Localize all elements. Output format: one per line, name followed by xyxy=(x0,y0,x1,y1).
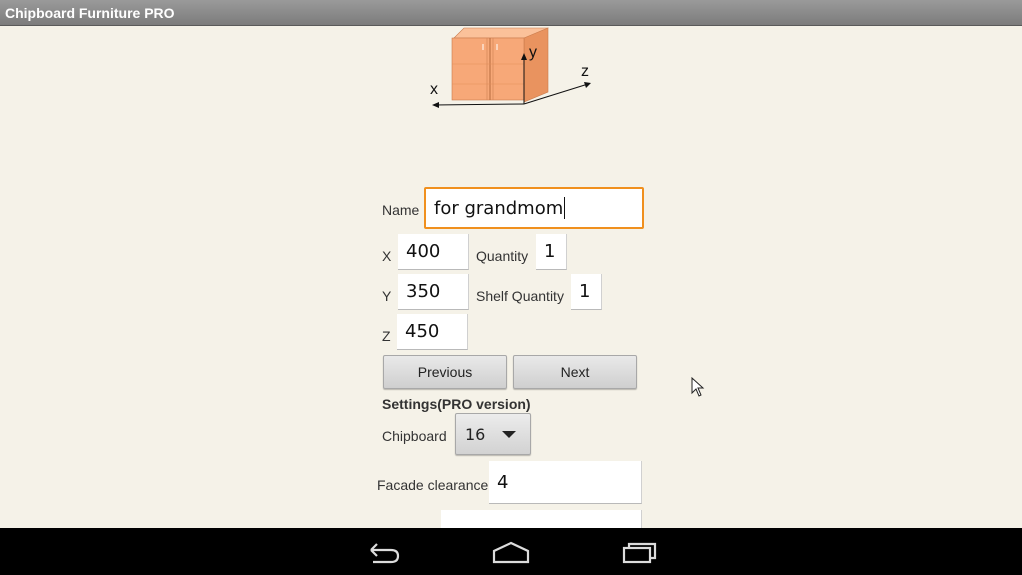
z-dimension-value: 450 xyxy=(405,321,440,342)
y-label: Y xyxy=(382,288,392,304)
back-icon[interactable] xyxy=(363,538,403,566)
facade-clearance-label: Facade clearance xyxy=(377,477,489,493)
next-button[interactable]: Next xyxy=(513,355,637,389)
y-dimension-value: 350 xyxy=(406,281,441,302)
dropdown-arrow-icon xyxy=(502,431,516,438)
previous-button[interactable]: Previous xyxy=(383,355,507,389)
z-label: Z xyxy=(382,328,391,344)
chipboard-label: Chipboard xyxy=(382,428,447,444)
mouse-pointer-icon xyxy=(691,377,705,397)
z-dimension-input[interactable]: 450 xyxy=(397,314,468,350)
axis-z-label: z xyxy=(581,63,589,80)
name-input[interactable]: for grandmom xyxy=(424,187,644,229)
name-label: Name xyxy=(382,202,420,218)
cabinet-illustration-icon xyxy=(432,27,591,108)
x-dimension-input[interactable]: 400 xyxy=(398,234,469,270)
system-navigation-bar xyxy=(0,528,1022,575)
x-label: X xyxy=(382,248,392,264)
name-input-value: for grandmom xyxy=(434,197,564,219)
text-cursor xyxy=(564,197,566,219)
settings-header: Settings(PRO version) xyxy=(382,396,531,412)
main-content: x y z Name for grandmom X 400 Quantity 1… xyxy=(0,26,1022,528)
quantity-input[interactable]: 1 xyxy=(536,234,567,270)
shelf-quantity-input[interactable]: 1 xyxy=(571,274,602,310)
cabinet-diagram: x y z xyxy=(420,26,600,111)
chipboard-thickness-dropdown[interactable]: 16 xyxy=(455,413,531,455)
quantity-label: Quantity xyxy=(476,248,529,264)
app-title: Chipboard Furniture PRO xyxy=(5,5,175,21)
next-setting-input[interactable]: 4 xyxy=(441,510,642,528)
shelf-quantity-label: Shelf Quantity xyxy=(476,288,564,304)
shelf-quantity-value: 1 xyxy=(579,281,591,302)
facade-clearance-input[interactable]: 4 xyxy=(489,461,642,504)
app-title-bar: Chipboard Furniture PRO xyxy=(0,0,1022,26)
facade-clearance-value: 4 xyxy=(497,471,509,493)
chipboard-thickness-value: 16 xyxy=(465,424,486,444)
quantity-value: 1 xyxy=(544,241,556,262)
x-dimension-value: 400 xyxy=(406,241,441,262)
recent-apps-icon[interactable] xyxy=(620,538,660,566)
y-dimension-input[interactable]: 350 xyxy=(398,274,469,310)
home-icon[interactable] xyxy=(491,538,531,566)
axis-y-label: y xyxy=(529,44,537,61)
axis-x-label: x xyxy=(430,81,438,98)
